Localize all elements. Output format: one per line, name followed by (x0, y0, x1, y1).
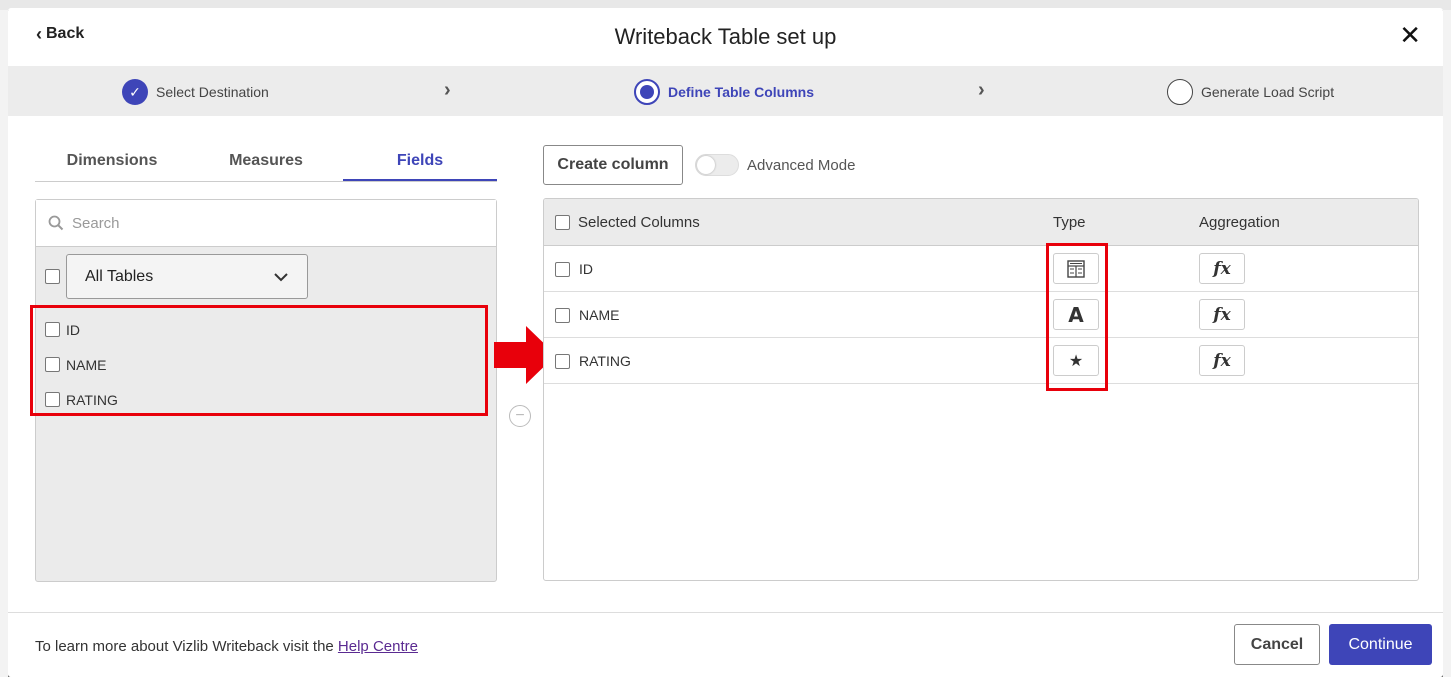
tab-measures[interactable]: Measures (189, 148, 343, 181)
header-type: Type (1053, 214, 1086, 231)
empty-circle-icon (1167, 79, 1193, 105)
column-checkbox[interactable] (555, 353, 570, 369)
header-selected-columns: Selected Columns (555, 214, 700, 231)
background-left-edge (0, 10, 8, 677)
table-row: RATING ★ fx (544, 338, 1418, 384)
active-step-icon (634, 79, 660, 105)
table-filter-row: All Tables (45, 254, 308, 299)
chevron-right-icon: › (978, 79, 985, 101)
header-aggregation: Aggregation (1199, 214, 1280, 231)
aggregation-button[interactable]: fx (1199, 299, 1245, 330)
advanced-mode-label: Advanced Mode (747, 156, 856, 174)
close-icon[interactable]: ✕ (1399, 22, 1421, 48)
row-select: NAME (555, 307, 619, 323)
background-right-edge (1443, 10, 1451, 677)
table-row: NAME A fx (544, 292, 1418, 338)
search-bar (36, 200, 496, 247)
function-fx-icon: fx (1213, 304, 1231, 325)
field-source-tabs: Dimensions Measures Fields (35, 148, 497, 182)
tab-fields[interactable]: Fields (343, 148, 497, 181)
step-label: Define Table Columns (668, 84, 814, 100)
modal-title: Writeback Table set up (614, 24, 837, 49)
modal-footer: To learn more about Vizlib Writeback vis… (8, 612, 1443, 677)
help-text-prefix: To learn more about Vizlib Writeback vis… (35, 638, 338, 655)
select-all-columns-checkbox[interactable] (555, 215, 570, 230)
remove-circle-icon[interactable]: − (509, 405, 531, 427)
step-select-destination[interactable]: ✓ Select Destination (122, 79, 269, 105)
step-label: Select Destination (156, 84, 269, 100)
annotation-highlight-types (1046, 243, 1108, 391)
table-header: Selected Columns Type Aggregation (544, 199, 1418, 246)
aggregation-button[interactable]: fx (1199, 253, 1245, 284)
step-label: Generate Load Script (1201, 84, 1335, 100)
modal-header: ‹ Back Writeback Table set up ✕ (8, 8, 1443, 66)
chevron-right-icon: › (444, 79, 451, 101)
help-text: To learn more about Vizlib Writeback vis… (35, 638, 418, 655)
annotation-highlight-fields (30, 305, 488, 416)
select-all-fields-checkbox[interactable] (45, 269, 60, 284)
search-input[interactable] (72, 214, 452, 232)
step-define-table-columns[interactable]: Define Table Columns (634, 79, 814, 105)
table-select-value: All Tables (85, 267, 154, 285)
advanced-mode-toggle[interactable] (695, 154, 739, 176)
column-name: NAME (579, 307, 620, 323)
writeback-setup-modal: ‹ Back Writeback Table set up ✕ ✓ Select… (8, 8, 1443, 677)
check-circle-icon: ✓ (122, 79, 148, 105)
selected-columns-table: Selected Columns Type Aggregation ID fx … (543, 198, 1419, 581)
step-generate-load-script[interactable]: Generate Load Script (1167, 79, 1334, 105)
help-centre-link[interactable]: Help Centre (338, 638, 418, 655)
cancel-button[interactable]: Cancel (1234, 624, 1320, 665)
aggregation-button[interactable]: fx (1199, 345, 1245, 376)
search-icon (48, 215, 64, 231)
continue-button[interactable]: Continue (1329, 624, 1432, 665)
column-name: ID (579, 261, 593, 277)
create-column-button[interactable]: Create column (543, 145, 683, 185)
row-select: ID (555, 261, 593, 277)
function-fx-icon: fx (1213, 350, 1231, 371)
advanced-mode-control: Advanced Mode (695, 154, 855, 176)
wizard-stepper: ✓ Select Destination › Define Table Colu… (8, 66, 1443, 116)
column-checkbox[interactable] (555, 261, 570, 277)
function-fx-icon: fx (1213, 258, 1231, 279)
column-name: RATING (579, 353, 631, 369)
row-select: RATING (555, 353, 631, 369)
column-checkbox[interactable] (555, 307, 570, 323)
tab-dimensions[interactable]: Dimensions (35, 148, 189, 181)
chevron-down-icon (274, 272, 288, 281)
table-row: ID fx (544, 246, 1418, 292)
table-select-dropdown[interactable]: All Tables (66, 254, 308, 299)
header-label: Selected Columns (578, 214, 700, 231)
